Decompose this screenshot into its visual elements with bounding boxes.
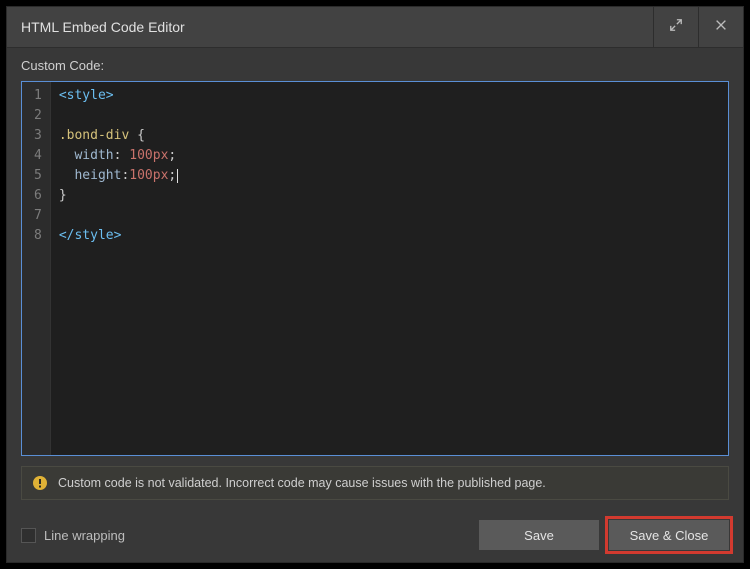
code-area[interactable]: <style> .bond-div { width: 100px; height:… [51,82,728,455]
close-button[interactable] [698,7,743,47]
line-number: 6 [34,186,42,206]
line-number: 8 [34,226,42,246]
save-and-close-button[interactable]: Save & Close [609,520,729,550]
code-line[interactable]: } [59,186,720,206]
dialog-footer: Line wrapping Save Save & Close [7,510,743,562]
warning-bar: Custom code is not validated. Incorrect … [21,466,729,500]
code-line[interactable]: width: 100px; [59,146,720,166]
line-number: 7 [34,206,42,226]
line-gutter: 12345678 [22,82,51,455]
line-number: 5 [34,166,42,186]
code-line[interactable]: <style> [59,86,720,106]
dialog-title: HTML Embed Code Editor [7,19,653,35]
dialog: HTML Embed Code Editor Custom Code: 1234… [6,6,744,563]
custom-code-label: Custom Code: [7,48,743,81]
code-line[interactable] [59,206,720,226]
warning-text: Custom code is not validated. Incorrect … [58,476,546,490]
code-line[interactable]: .bond-div { [59,126,720,146]
warning-icon [32,475,48,491]
save-button[interactable]: Save [479,520,599,550]
line-wrapping-checkbox[interactable]: Line wrapping [21,528,125,543]
line-number: 2 [34,106,42,126]
line-number: 4 [34,146,42,166]
line-number: 1 [34,86,42,106]
line-number: 3 [34,126,42,146]
close-icon [714,18,728,37]
titlebar: HTML Embed Code Editor [7,7,743,48]
code-editor[interactable]: 12345678 <style> .bond-div { width: 100px… [21,81,729,456]
expand-button[interactable] [653,7,698,47]
code-line[interactable]: height:100px; [59,166,720,186]
code-line[interactable] [59,106,720,126]
text-caret [177,169,178,183]
expand-icon [669,18,683,37]
line-wrapping-label: Line wrapping [44,528,125,543]
checkbox-box [21,528,36,543]
code-line[interactable]: </style> [59,226,720,246]
